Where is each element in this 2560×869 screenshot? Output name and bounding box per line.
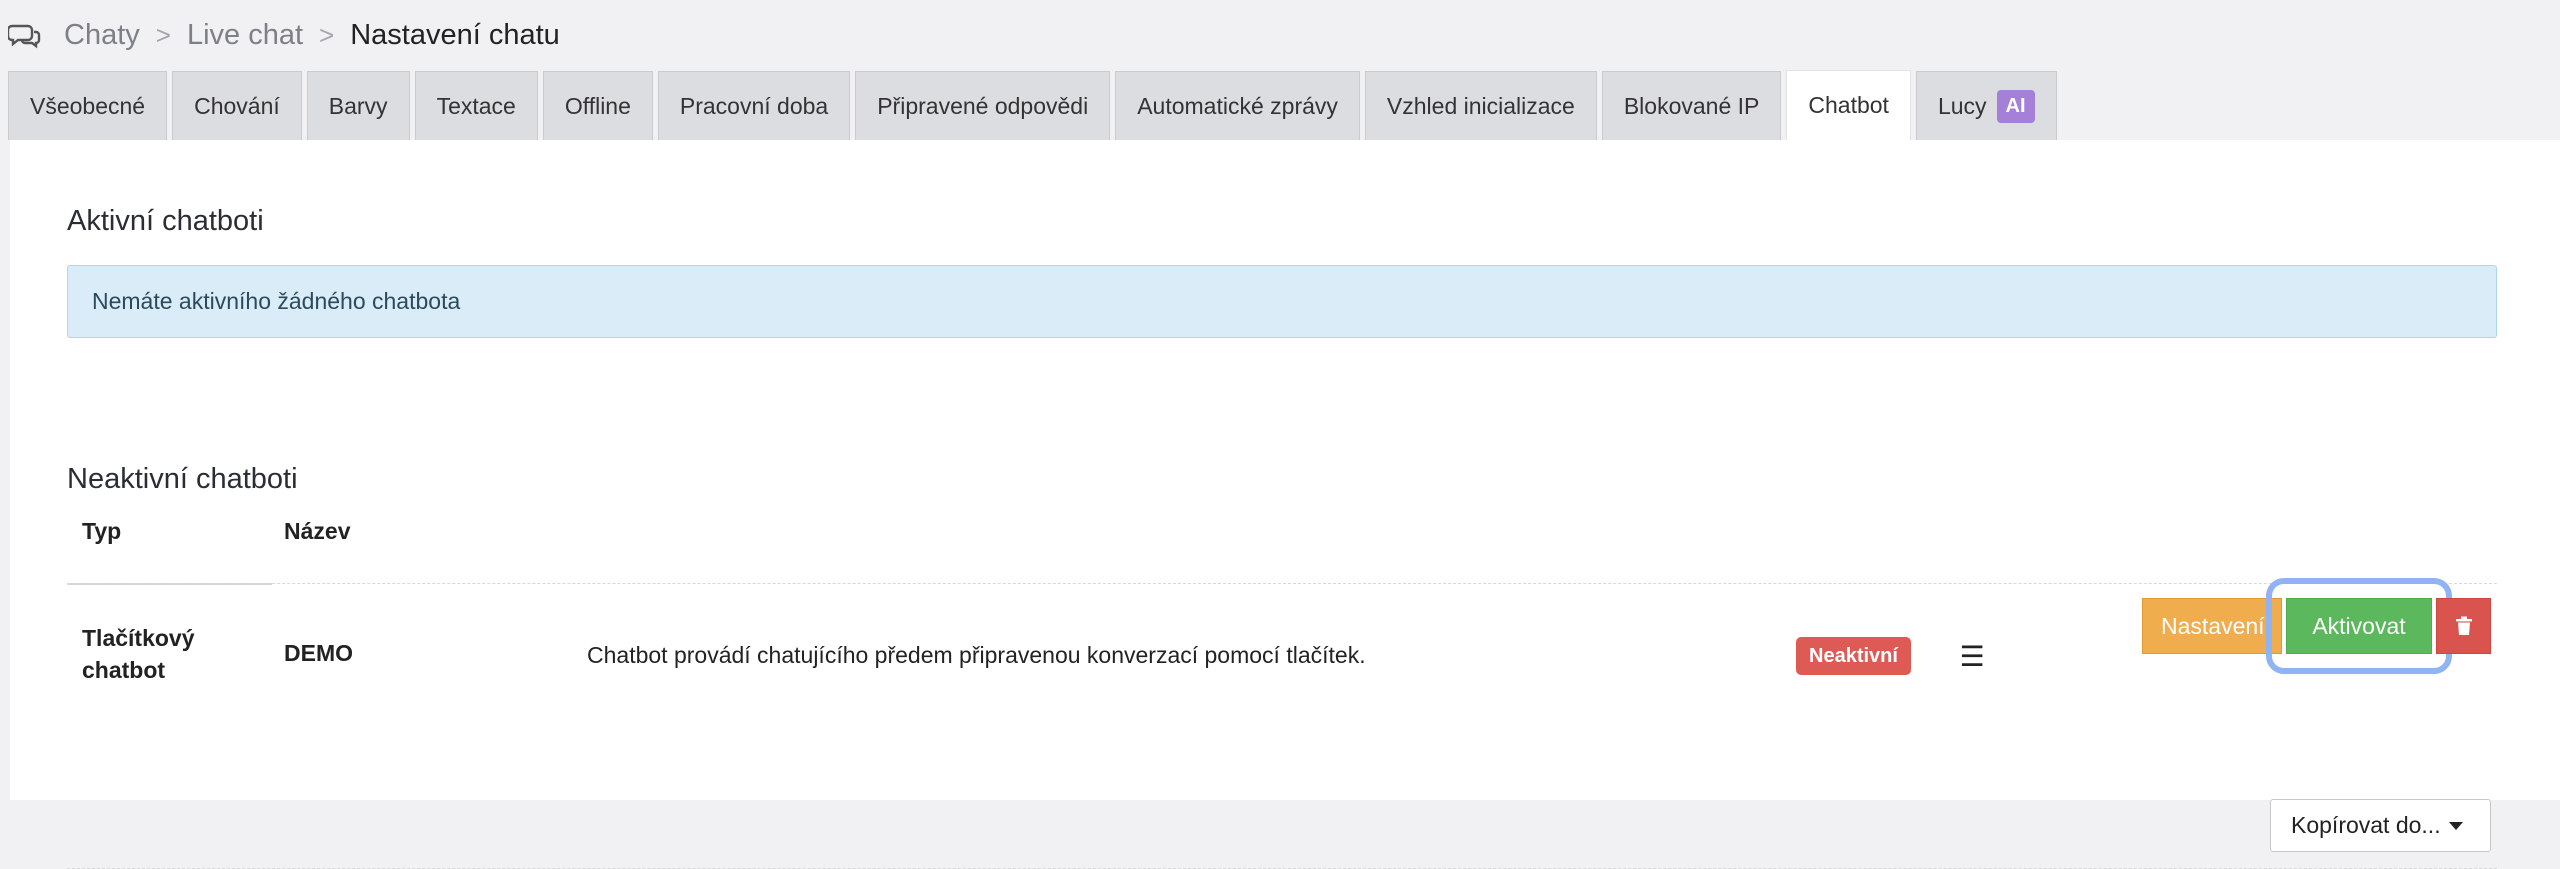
breadcrumb-chaty[interactable]: Chaty [64, 19, 140, 52]
tab-lucy[interactable]: Lucy AI [1915, 71, 2057, 140]
column-header-type: Typ [82, 518, 122, 544]
tab-chovani[interactable]: Chování [172, 71, 302, 140]
settings-tabs: Všeobecné Chování Barvy Textace Offline … [8, 70, 2062, 140]
row-divider [67, 583, 2497, 584]
caret-down-icon [2448, 821, 2463, 830]
tab-automaticke-zpravy[interactable]: Automatické zprávy [1115, 71, 1360, 140]
breadcrumb: Chaty > Live chat > Nastavení chatu [6, 14, 560, 56]
chatbot-description: Chatbot provádí chatujícího předem připr… [587, 642, 1366, 668]
tab-vseobecne[interactable]: Všeobecné [8, 71, 168, 140]
tab-textace[interactable]: Textace [414, 71, 538, 140]
copy-to-label: Kopírovat do... [2291, 812, 2441, 838]
chatbot-type: Tlačítkový chatbot [82, 625, 195, 683]
breadcrumb-current: Nastavení chatu [350, 18, 560, 51]
column-header-name: Název [284, 518, 351, 544]
copy-to-select[interactable]: Kopírovat do... [2270, 799, 2491, 852]
chatbot-name: DEMO [284, 640, 353, 666]
tab-barvy[interactable]: Barvy [306, 71, 410, 140]
no-active-chatbot-alert: Nemáte aktivního žádného chatbota [67, 265, 2497, 338]
breadcrumb-live-chat[interactable]: Live chat [187, 19, 303, 52]
hamburger-menu-icon[interactable]: ☰ [1958, 641, 1986, 672]
breadcrumb-separator: > [155, 19, 171, 50]
trash-icon [2455, 616, 2472, 635]
inactive-chatbots-title: Neaktivní chatboti [67, 463, 298, 495]
tab-pracovni-doba[interactable]: Pracovní doba [657, 71, 851, 140]
ai-badge: AI [1996, 89, 2035, 123]
tab-blokovane-ip[interactable]: Blokované IP [1601, 71, 1782, 140]
tab-lucy-label: Lucy [1937, 92, 1987, 119]
activate-button[interactable]: Aktivovat [2286, 598, 2432, 654]
chatbot-panel: Aktivní chatboti Nemáte aktivního žádnéh… [10, 140, 2560, 869]
tab-chatbot[interactable]: Chatbot [1786, 70, 1911, 140]
delete-button[interactable] [2436, 598, 2491, 654]
settings-button[interactable]: Nastavení [2142, 598, 2282, 654]
chat-bubbles-icon [6, 18, 42, 52]
active-chatbots-title: Aktivní chatboti [67, 205, 264, 237]
status-badge: Neaktivní [1796, 637, 1911, 675]
breadcrumb-separator: > [319, 19, 335, 50]
tab-vzhled-inicializace[interactable]: Vzhled inicializace [1364, 71, 1597, 140]
tab-pripravene-odpovedi[interactable]: Připravené odpovědi [855, 71, 1111, 140]
tab-offline[interactable]: Offline [542, 71, 653, 140]
